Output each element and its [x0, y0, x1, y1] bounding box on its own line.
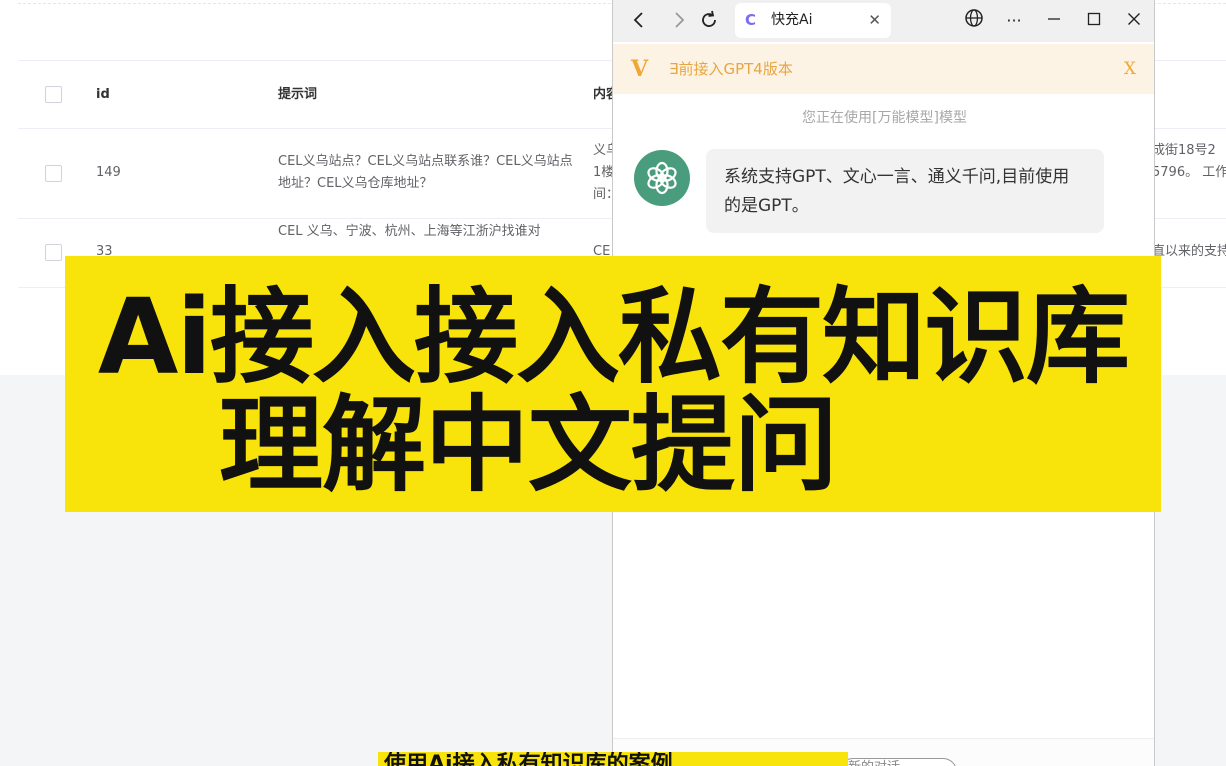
more-icon[interactable]: ···: [1001, 8, 1027, 34]
caption-line-2: 理解中文提问: [218, 384, 838, 506]
row-address-line: 成街18号2: [1152, 143, 1216, 158]
vip-icon: V: [631, 56, 649, 82]
tab-title: 快充Ai: [771, 12, 813, 28]
reload-icon[interactable]: [697, 8, 721, 32]
row-prompt: CEL 义乌、宁波、杭州、上海等江浙沪找谁对: [278, 224, 541, 239]
arrow-left-icon[interactable]: [627, 8, 651, 32]
row-address-line: 5796。 工作: [1152, 165, 1226, 180]
header-id: id: [96, 87, 110, 102]
new-chat-button[interactable]: 新的对话: [839, 758, 957, 766]
notice-text: ∃前接入GPT4版本: [669, 60, 793, 78]
caption-banner: Ai接入接入私有知识库 理解中文提问: [65, 256, 1161, 512]
tab-close-icon[interactable]: ✕: [868, 10, 881, 30]
arrow-right-icon[interactable]: [667, 8, 691, 32]
notice-close-button[interactable]: X: [1124, 59, 1136, 79]
row-checkbox[interactable]: [45, 244, 62, 261]
row-address-line: 直以来的支持: [1152, 244, 1226, 259]
maximize-icon[interactable]: [1081, 8, 1107, 34]
minimize-icon[interactable]: [1041, 8, 1067, 34]
globe-icon[interactable]: [961, 8, 987, 34]
sub-caption: 使用Ai接入私有知识库的案例: [378, 752, 848, 766]
browser-titlebar: C 快充Ai ✕ ···: [613, 0, 1154, 42]
assistant-message: 系统支持GPT、文心一言、通义千问,目前使用的是GPT。: [706, 149, 1104, 233]
model-status: 您正在使用[万能模型]模型: [802, 110, 967, 126]
caption-line-1: Ai接入接入私有知识库: [97, 276, 1130, 398]
site-logo-icon: C: [745, 11, 757, 29]
chatgpt-avatar-icon: [634, 150, 690, 206]
row-id: 149: [96, 165, 121, 180]
row-checkbox[interactable]: [45, 165, 62, 182]
browser-tab[interactable]: C 快充Ai ✕: [735, 3, 891, 38]
notice-bar: V ∃前接入GPT4版本 X: [613, 44, 1154, 94]
header-prompt: 提示词: [278, 87, 318, 102]
row-prompt: CEL义乌站点？CEL义乌站点联系谁？CEL义乌站点地址？CEL义乌仓库地址？: [278, 154, 573, 191]
close-icon[interactable]: [1121, 8, 1147, 34]
select-all-checkbox[interactable]: [45, 86, 62, 103]
